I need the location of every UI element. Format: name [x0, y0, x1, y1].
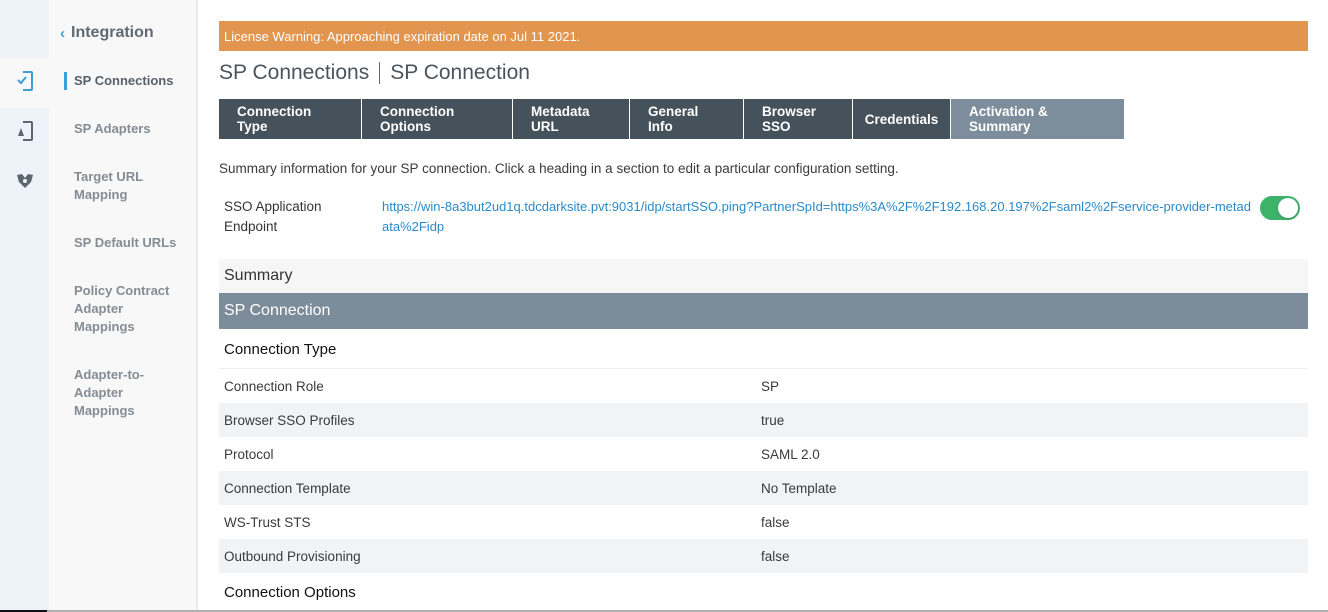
row-value: false [761, 548, 790, 564]
tab-label: Connection Type [237, 104, 312, 134]
subnav-item-policy-contract-adapter-mappings[interactable]: Policy Contract Adapter Mappings [74, 282, 179, 336]
subnav-item-label: Adapter-to-Adapter Mappings [74, 367, 145, 418]
summary-row: Protocol SAML 2.0 [219, 437, 1308, 471]
tab-label: Credentials [864, 111, 939, 127]
title-separator [379, 62, 381, 84]
chevron-left-icon: ‹ [60, 24, 65, 42]
tab-label: Browser SSO [762, 104, 817, 134]
subnav-item-label: SP Default URLs [74, 235, 177, 250]
summary-row: Connection Role SP [219, 369, 1308, 403]
row-label: Connection Template [224, 480, 351, 496]
icon-rail [0, 0, 49, 612]
license-warning-text: License Warning: Approaching expiration … [224, 28, 581, 44]
row-value: No Template [761, 480, 837, 496]
summary-row: Browser SSO Profiles true [219, 403, 1308, 437]
tab-credentials[interactable]: Credentials [853, 99, 951, 139]
row-label: Protocol [224, 446, 274, 462]
sso-endpoint-toggle[interactable] [1260, 196, 1300, 220]
sp-connections-icon [15, 70, 35, 97]
summary-row: WS-Trust STS false [219, 505, 1308, 539]
tab-label: Metadata URL [531, 104, 590, 134]
subnav-item-sp-adapters[interactable]: SP Adapters [74, 120, 194, 138]
tab-label: General Info [648, 104, 699, 134]
back-label: Integration [71, 24, 154, 41]
row-label: Connection Role [224, 378, 324, 394]
row-label: Outbound Provisioning [224, 548, 361, 564]
subnav-item-target-url-mapping[interactable]: Target URL Mapping [74, 168, 164, 204]
tab-label: Activation & Summary [969, 104, 1048, 134]
title-parent: SP Connections [219, 61, 370, 84]
sp-connection-header[interactable]: SP Connection [219, 293, 1308, 329]
subnav-item-sp-connections[interactable]: SP Connections [64, 72, 194, 90]
app: ‹ Integration SP Connections SP Adapters… [0, 0, 1328, 612]
connection-type-rows: Connection Role SP Browser SSO Profiles … [219, 369, 1308, 573]
page-title: SP Connections SP Connection [219, 61, 530, 85]
sso-endpoint-link[interactable]: https://win-8a3but2ud1q.tdcdarksite.pvt:… [382, 197, 1252, 237]
subnav-item-label: Policy Contract Adapter Mappings [74, 283, 170, 334]
row-value: true [761, 412, 785, 428]
subnav-item-label: SP Adapters [74, 121, 151, 136]
summary-header: Summary [219, 259, 1308, 293]
sso-endpoint-label: SSO Application Endpoint [224, 199, 322, 234]
subnav-item-label: Target URL Mapping [74, 169, 143, 202]
tab-activation-summary[interactable]: Activation & Summary [951, 99, 1125, 139]
wizard-tabs: Connection Type Connection Options Metad… [219, 99, 1125, 139]
tab-label: Connection Options [380, 104, 455, 134]
summary-row: Connection Template No Template [219, 471, 1308, 505]
row-label: WS-Trust STS [224, 514, 311, 530]
tab-connection-options[interactable]: Connection Options [362, 99, 513, 139]
active-indicator [64, 72, 67, 90]
sp-adapters-icon [15, 120, 35, 147]
section-heading-connection-options[interactable]: Connection Options [224, 584, 356, 601]
sub-navigation: ‹ Integration SP Connections SP Adapters… [49, 0, 198, 612]
section-heading-text: Connection Type [224, 341, 337, 358]
row-value: SP [761, 378, 780, 394]
tab-connection-type[interactable]: Connection Type [219, 99, 362, 139]
tab-general-info[interactable]: General Info [630, 99, 744, 139]
rail-item-sp-connections[interactable] [0, 58, 49, 108]
row-value: false [761, 514, 790, 530]
sp-connection-header-text: SP Connection [224, 302, 331, 319]
toggle-knob [1278, 198, 1298, 218]
rail-item-sp-adapters[interactable] [0, 108, 49, 158]
summary-header-text: Summary [224, 267, 293, 284]
title-current: SP Connection [390, 61, 530, 84]
subnav-item-sp-default-urls[interactable]: SP Default URLs [74, 234, 194, 252]
tab-metadata-url[interactable]: Metadata URL [513, 99, 630, 139]
back-to-integration[interactable]: ‹ Integration [60, 24, 154, 42]
section-heading-text: Connection Options [224, 584, 356, 601]
intro-text: Summary information for your SP connecti… [219, 161, 899, 176]
section-heading-connection-type[interactable]: Connection Type [224, 341, 336, 358]
row-label: Browser SSO Profiles [224, 412, 355, 428]
subnav-item-label: SP Connections [74, 73, 174, 88]
subnav-item-adapter-to-adapter-mappings[interactable]: Adapter-to-Adapter Mappings [74, 366, 154, 420]
license-warning-banner: License Warning: Approaching expiration … [219, 21, 1308, 51]
summary-row: Outbound Provisioning false [219, 539, 1308, 573]
row-value: SAML 2.0 [761, 446, 820, 462]
mappings-icon [15, 170, 35, 197]
rail-item-mappings[interactable] [0, 158, 49, 208]
tab-browser-sso[interactable]: Browser SSO [744, 99, 853, 139]
